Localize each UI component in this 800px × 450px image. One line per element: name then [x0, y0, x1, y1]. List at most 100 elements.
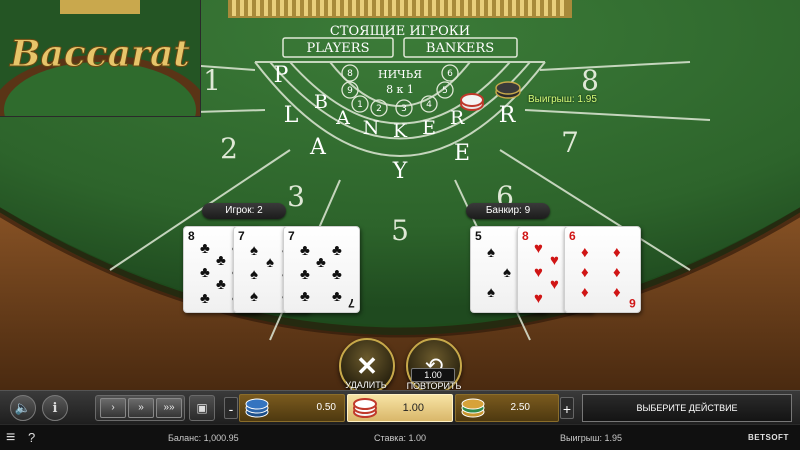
speed-fast-button[interactable]: »	[128, 398, 154, 418]
banker-letter[interactable]: R	[450, 107, 465, 129]
speed-normal-button[interactable]: ›	[100, 398, 126, 418]
card-suit-pip: ♠	[503, 264, 511, 281]
sound-button[interactable]: 🔈	[10, 395, 36, 421]
card-suit-pip: ♦	[613, 284, 621, 301]
status-bar: ≡ ? Баланс: 1,000.95 Ставка: 1.00 Выигры…	[0, 424, 800, 450]
speed-controls: › » »»	[95, 395, 185, 421]
card-suit-pip: ♣	[216, 252, 226, 269]
speed-fastest-button[interactable]: »»	[156, 398, 182, 418]
card-suit-pip: ♥	[550, 252, 559, 269]
players-bet-label[interactable]: PLAYERS	[306, 41, 369, 56]
action-prompt-button[interactable]: ВЫБЕРИТЕ ДЕЙСТВИЕ	[582, 394, 792, 422]
card-suit-pip: ♠	[487, 244, 495, 261]
chip-decrease-button[interactable]: -	[224, 397, 238, 419]
baccarat-logo-title: Baccarat	[9, 33, 190, 75]
player-letter[interactable]: A	[309, 135, 327, 160]
player-letter[interactable]: R	[499, 103, 517, 128]
banker-letter[interactable]: B	[314, 91, 328, 113]
bankers-bet-label[interactable]: BANKERS	[426, 41, 494, 56]
seat-number-7: 7	[561, 126, 579, 159]
pair-marker-number: 8	[347, 69, 353, 79]
card-suit-pip: ♣	[300, 288, 310, 305]
chip-option-1-00[interactable]: 1.00	[347, 394, 453, 422]
seat-number-1: 1	[203, 64, 221, 97]
card-suit-pip: ♦	[581, 244, 589, 261]
banker-letter[interactable]: N	[363, 117, 380, 139]
pair-marker-number: 9	[347, 86, 353, 96]
banker-letter[interactable]: E	[422, 117, 436, 139]
card-rank: 7	[288, 229, 295, 243]
card-suit-pip: ♠	[250, 288, 258, 305]
chip-option-0-50[interactable]: 0.50	[239, 394, 345, 422]
card-rank: 8	[188, 229, 195, 243]
seat-number-2: 2	[220, 132, 238, 165]
banker-letter[interactable]: K	[393, 120, 408, 142]
pair-marker-number: 3	[401, 104, 407, 114]
chip-stack-blue-icon	[245, 398, 269, 418]
autoplay-icon: ▣	[196, 401, 208, 415]
autoplay-button[interactable]: ▣	[189, 395, 215, 421]
seat-number-3: 3	[287, 180, 305, 213]
card-suit-pip: ♥	[534, 264, 543, 281]
info-icon: i	[52, 400, 58, 416]
card-suit-pip: ♣	[216, 276, 226, 293]
control-bar: 🔈 i › » »» ▣ - 0.50 1.00 2.50 + ВЫБЕРИТЕ…	[0, 390, 800, 425]
card-suit-pip: ♣	[332, 288, 342, 305]
tie-label[interactable]: НИЧЬЯ	[378, 68, 422, 81]
card-suit-pip: ♦	[613, 264, 621, 281]
playing-card: 6 6 ♦ ♦ ♦ ♦ ♦ ♦	[564, 226, 641, 313]
delete-button-label: УДАЛИТЬ	[345, 380, 387, 390]
player-letter[interactable]: L	[284, 103, 299, 128]
pair-marker-number: 2	[376, 104, 382, 114]
baccarat-logo: Baccarat	[0, 0, 201, 117]
speaker-icon: 🔈	[14, 400, 32, 415]
card-suit-pip: ♠	[250, 266, 258, 283]
pair-marker-number: 4	[426, 100, 432, 110]
banker-letter[interactable]: A	[335, 107, 350, 129]
chip-option-2-50[interactable]: 2.50	[455, 394, 559, 422]
card-suit-pip: ♥	[534, 290, 543, 307]
player-letter[interactable]: P	[274, 63, 289, 88]
card-suit-pip: ♣	[200, 240, 210, 257]
card-suit-pip: ♦	[581, 284, 589, 301]
card-suit-pip: ♦	[581, 264, 589, 281]
bet-text: Ставка: 1.00	[374, 433, 426, 443]
pair-marker-number: 1	[357, 100, 363, 110]
chip-stack-mixed-icon	[461, 398, 485, 418]
card-suit-pip: ♥	[550, 276, 559, 293]
card-suit-pip: ♣	[332, 242, 342, 259]
game-stage: СТОЯЩИЕ ИГРОКИ PLAYERS BANKERS НИЧЬЯ 8 к…	[0, 0, 800, 450]
help-icon[interactable]: ?	[28, 425, 35, 450]
card-suit-pip: ♠	[487, 284, 495, 301]
banker-score-badge: Банкир: 9	[466, 203, 550, 219]
seat-number-5: 5	[391, 214, 409, 247]
win-amount-label: Выигрыш: 1.95	[528, 94, 597, 105]
player-letter[interactable]: E	[454, 141, 470, 166]
card-rank: 6	[569, 229, 576, 243]
card-rank: 5	[475, 229, 482, 243]
chip-value: 1.00	[402, 402, 424, 414]
card-suit-pip: ♣	[300, 242, 310, 259]
player-letter[interactable]: Y	[392, 159, 408, 184]
pair-marker-number: 6	[447, 69, 453, 79]
betsoft-logo: BETSOFT	[748, 433, 789, 442]
chip-stack-white-icon	[353, 398, 377, 418]
card-suit-pip: ♦	[613, 244, 621, 261]
x-icon: ✕	[356, 351, 378, 381]
card-suit-pip: ♣	[200, 264, 210, 281]
standing-players-title: СТОЯЩИЕ ИГРОКИ	[330, 24, 470, 39]
card-suit-pip: ♣	[300, 266, 310, 283]
menu-icon[interactable]: ≡	[6, 425, 15, 450]
card-suit-pip: ♠	[250, 242, 258, 259]
repeat-bet-value: 1.00	[411, 368, 455, 382]
card-suit-pip: ♣	[316, 254, 326, 271]
player-score-badge: Игрок: 2	[202, 203, 286, 219]
chip-value: 0.50	[316, 402, 336, 413]
chip-value: 2.50	[510, 402, 530, 413]
card-suit-pip: ♣	[332, 266, 342, 283]
card-suit-pip: ♠	[266, 254, 274, 271]
card-suit-pip: ♣	[200, 290, 210, 307]
chip-increase-button[interactable]: +	[560, 397, 574, 419]
info-button[interactable]: i	[42, 395, 68, 421]
card-rank: 8	[522, 229, 529, 243]
